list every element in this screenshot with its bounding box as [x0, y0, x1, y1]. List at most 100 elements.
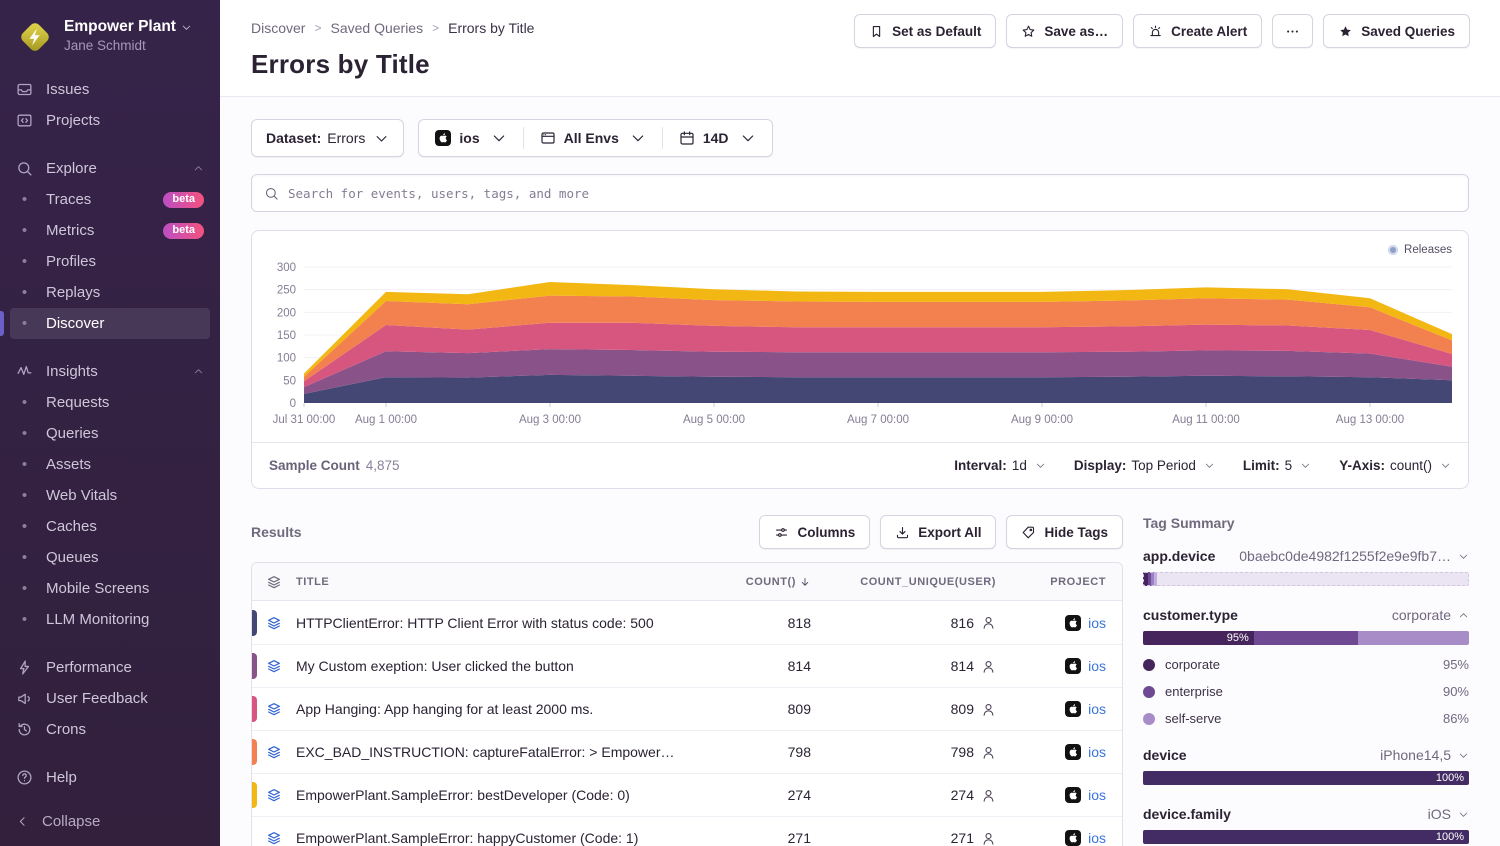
column-header-count[interactable]: COUNT() — [701, 576, 811, 588]
table-row[interactable]: My Custom exeption: User clicked the but… — [252, 644, 1122, 687]
page-content: Dataset: Errors ios All Envs — [220, 97, 1500, 846]
sidebar-item-traces[interactable]: Tracesbeta — [0, 184, 220, 215]
sidebar-item-requests[interactable]: Requests — [0, 387, 220, 418]
stack-trace-icon-cell[interactable] — [252, 658, 296, 674]
breadcrumb-item-saved-queries[interactable]: Saved Queries — [330, 20, 423, 36]
sidebar-item-explore[interactable]: Explore — [0, 153, 220, 184]
row-project-link[interactable]: ios — [996, 701, 1106, 717]
breadcrumb-item-discover[interactable]: Discover — [251, 20, 305, 36]
more-options-button[interactable] — [1272, 14, 1313, 48]
sidebar-item-metrics[interactable]: Metricsbeta — [0, 215, 220, 246]
collapse-button[interactable]: Collapse — [0, 799, 220, 846]
column-header-title[interactable]: TITLE — [296, 576, 701, 588]
row-project-link[interactable]: ios — [996, 615, 1106, 631]
stack-icon — [266, 574, 282, 590]
chevron-down-icon — [630, 130, 646, 146]
row-project-link[interactable]: ios — [996, 830, 1106, 846]
sidebar-item-caches[interactable]: Caches — [0, 511, 220, 542]
sidebar-item-web-vitals[interactable]: Web Vitals — [0, 480, 220, 511]
tag-distribution-bar[interactable] — [1143, 572, 1469, 586]
releases-marker-icon — [1388, 245, 1398, 255]
stack-trace-icon-cell[interactable] — [252, 787, 296, 803]
sidebar-item-profiles[interactable]: Profiles — [0, 246, 220, 277]
hide-tags-button[interactable]: Hide Tags — [1006, 515, 1123, 549]
search-bar[interactable] — [251, 174, 1469, 212]
tag-selected-value[interactable]: corporate — [1392, 607, 1469, 623]
sidebar-item-queries[interactable]: Queries — [0, 418, 220, 449]
stack-trace-icon-cell[interactable] — [252, 615, 296, 631]
interval-select[interactable]: Interval:1d — [954, 458, 1046, 473]
sidebar-item-discover[interactable]: Discover — [10, 308, 210, 339]
user-icon — [981, 788, 996, 803]
environment-filter[interactable]: All Envs — [524, 120, 662, 156]
org-switcher[interactable]: Empower Plant Jane Schmidt — [0, 14, 220, 66]
limit-select[interactable]: Limit:5 — [1243, 458, 1311, 473]
series-color-bar — [252, 696, 257, 722]
tag-value-dot-icon — [1143, 686, 1155, 698]
export-all-button[interactable]: Export All — [880, 515, 996, 549]
calendar-icon — [679, 130, 695, 146]
column-header-project[interactable]: PROJECT — [996, 576, 1106, 588]
insights-icon — [16, 363, 33, 380]
sidebar-item-replays[interactable]: Replays — [0, 277, 220, 308]
tag-value-row[interactable]: enterprise90% — [1143, 684, 1469, 699]
tag-value-row[interactable]: corporate95% — [1143, 657, 1469, 672]
row-title[interactable]: EmpowerPlant.SampleError: bestDeveloper … — [296, 787, 701, 803]
tag-distribution-bar[interactable]: 95% — [1143, 631, 1469, 645]
sidebar-item-user-feedback[interactable]: User Feedback — [0, 683, 220, 714]
svg-text:Aug 5 00:00: Aug 5 00:00 — [683, 414, 745, 426]
sidebar-section: IssuesProjects — [0, 74, 220, 136]
row-project-link[interactable]: ios — [996, 744, 1106, 760]
dataset-filter[interactable]: Dataset: Errors — [251, 119, 404, 157]
tag-selected-value[interactable]: 0baebc0de4982f1255f2e9e9fb7… — [1239, 548, 1469, 564]
tag-distribution-bar[interactable]: 100% — [1143, 771, 1469, 785]
table-row[interactable]: App Hanging: App hanging for at least 20… — [252, 687, 1122, 730]
saved-queries-button[interactable]: Saved Queries — [1323, 14, 1470, 48]
row-count-unique: 271 — [811, 830, 996, 846]
sidebar-item-crons[interactable]: Crons — [0, 714, 220, 745]
sidebar-item-assets[interactable]: Assets — [0, 449, 220, 480]
tag-selected-value[interactable]: iPhone14,5 — [1380, 747, 1469, 763]
project-filter[interactable]: ios — [419, 120, 522, 156]
stacked-area-chart[interactable]: 050100150200250300Jul 31 00:00Aug 1 00:0… — [252, 231, 1468, 442]
y-axis-select[interactable]: Y-Axis:count() — [1339, 458, 1451, 473]
create-alert-button[interactable]: Create Alert — [1133, 14, 1262, 48]
row-count-unique: 274 — [811, 787, 996, 803]
row-project-link[interactable]: ios — [996, 658, 1106, 674]
table-row[interactable]: HTTPClientError: HTTP Client Error with … — [252, 601, 1122, 644]
chart-legend-releases[interactable]: Releases — [1388, 244, 1452, 256]
stack-trace-icon-cell[interactable] — [252, 744, 296, 760]
row-title[interactable]: EXC_BAD_INSTRUCTION: captureFatalError: … — [296, 744, 701, 760]
save-as-button[interactable]: Save as… — [1006, 14, 1123, 48]
sidebar-item-issues[interactable]: Issues — [0, 74, 220, 105]
tag-selected-value[interactable]: iOS — [1428, 806, 1469, 822]
search-input[interactable] — [288, 186, 1456, 201]
sidebar-item-llm-monitoring[interactable]: LLM Monitoring — [0, 604, 220, 635]
row-title[interactable]: My Custom exeption: User clicked the but… — [296, 658, 701, 674]
columns-button[interactable]: Columns — [759, 515, 870, 549]
sidebar-item-queues[interactable]: Queues — [0, 542, 220, 573]
sidebar-item-mobile-screens[interactable]: Mobile Screens — [0, 573, 220, 604]
sidebar-item-help[interactable]: Help — [0, 762, 220, 793]
sidebar-item-projects[interactable]: Projects — [0, 105, 220, 136]
set-as-default-button[interactable]: Set as Default — [854, 14, 996, 48]
stack-trace-icon-cell[interactable] — [252, 830, 296, 846]
sidebar-item-performance[interactable]: Performance — [0, 652, 220, 683]
sidebar-item-insights[interactable]: Insights — [0, 356, 220, 387]
chart-card: Releases 050100150200250300Jul 31 00:00A… — [251, 230, 1469, 489]
tag-value-row[interactable]: self-serve86% — [1143, 711, 1469, 726]
display-select[interactable]: Display:Top Period — [1074, 458, 1215, 473]
row-title[interactable]: EmpowerPlant.SampleError: happyCustomer … — [296, 830, 701, 846]
table-row[interactable]: EmpowerPlant.SampleError: happyCustomer … — [252, 816, 1122, 846]
sidebar-item-what-s-new[interactable]: What's new1 — [0, 793, 220, 799]
table-row[interactable]: EXC_BAD_INSTRUCTION: captureFatalError: … — [252, 730, 1122, 773]
date-range-filter[interactable]: 14D — [663, 120, 772, 156]
column-header-count-unique-user[interactable]: COUNT_UNIQUE(USER) — [811, 576, 996, 588]
apple-icon — [1065, 744, 1081, 760]
row-title[interactable]: App Hanging: App hanging for at least 20… — [296, 701, 701, 717]
row-title[interactable]: HTTPClientError: HTTP Client Error with … — [296, 615, 701, 631]
tag-distribution-bar[interactable]: 100% — [1143, 830, 1469, 844]
row-project-link[interactable]: ios — [996, 787, 1106, 803]
table-row[interactable]: EmpowerPlant.SampleError: bestDeveloper … — [252, 773, 1122, 816]
stack-trace-icon-cell[interactable] — [252, 701, 296, 717]
